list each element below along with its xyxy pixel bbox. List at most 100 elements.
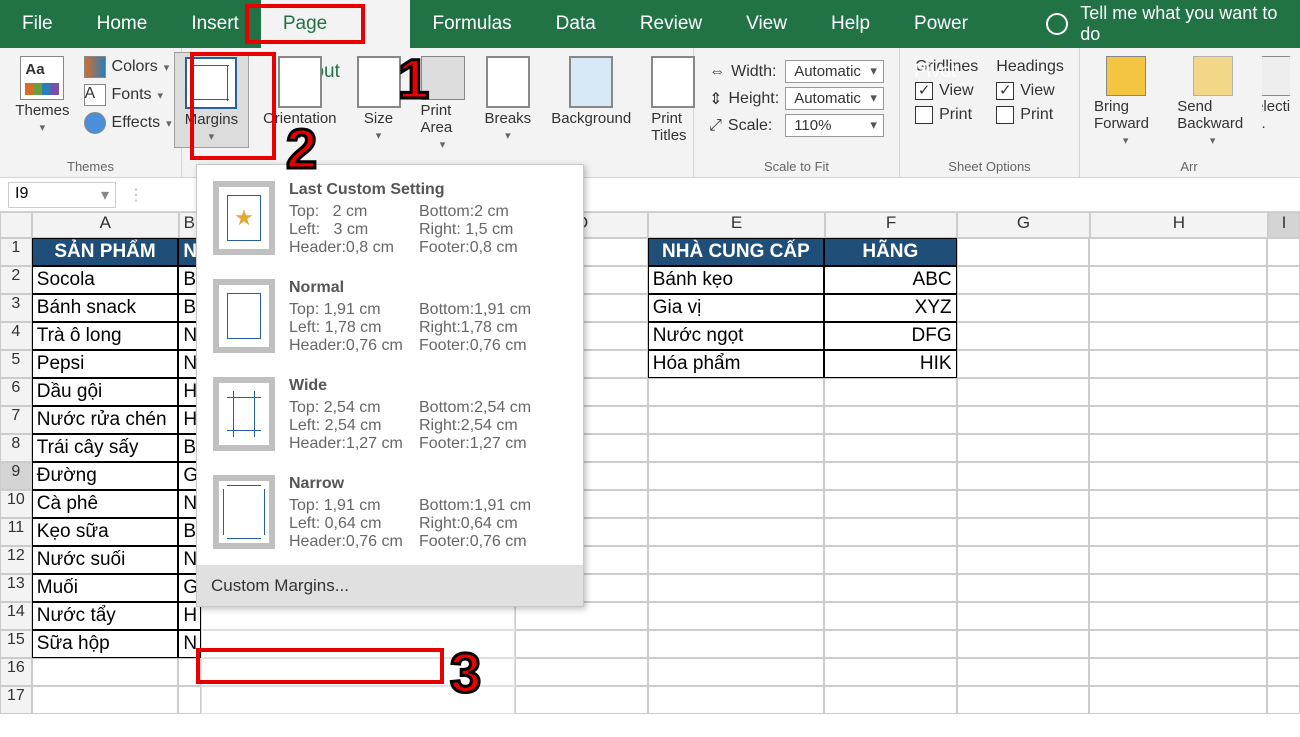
- cell[interactable]: Dầu gội: [32, 378, 179, 406]
- cell[interactable]: [178, 686, 200, 714]
- cell[interactable]: [957, 658, 1090, 686]
- cell[interactable]: [1089, 238, 1267, 266]
- row-header[interactable]: 15: [0, 630, 32, 658]
- cell[interactable]: Sữa hộp: [32, 630, 179, 658]
- cell[interactable]: Bánh kẹo: [648, 266, 824, 294]
- col-header-e[interactable]: E: [648, 212, 825, 238]
- gridlines-print-checkbox[interactable]: Print: [915, 106, 978, 124]
- cell[interactable]: [824, 630, 957, 658]
- col-header-f[interactable]: F: [825, 212, 957, 238]
- cell[interactable]: [957, 574, 1090, 602]
- cell[interactable]: [1089, 322, 1267, 350]
- tab-power-pivot[interactable]: Power Pivot: [892, 0, 1036, 48]
- cell[interactable]: [957, 406, 1090, 434]
- cell[interactable]: [957, 686, 1090, 714]
- cell[interactable]: [824, 574, 957, 602]
- effects-button[interactable]: Effects ▾: [84, 112, 172, 134]
- fonts-button[interactable]: AFonts ▾: [84, 84, 172, 106]
- tab-home[interactable]: Home: [75, 0, 170, 48]
- colors-button[interactable]: Colors ▾: [84, 56, 172, 78]
- cell[interactable]: [824, 378, 957, 406]
- col-header-h[interactable]: H: [1090, 212, 1268, 238]
- cell[interactable]: [1267, 574, 1300, 602]
- tab-review[interactable]: Review: [618, 0, 724, 48]
- cell[interactable]: [32, 686, 179, 714]
- cell[interactable]: DFG: [824, 322, 957, 350]
- row-header[interactable]: 9: [0, 462, 32, 490]
- cell[interactable]: [824, 406, 957, 434]
- cell[interactable]: [1089, 490, 1267, 518]
- cell[interactable]: [957, 238, 1090, 266]
- row-header[interactable]: 16: [0, 658, 32, 686]
- width-select[interactable]: Automatic: [785, 60, 884, 83]
- cell[interactable]: [648, 434, 824, 462]
- cell[interactable]: HÃNG: [824, 238, 957, 266]
- select-all-cell[interactable]: [0, 212, 32, 238]
- send-backward-button[interactable]: Send Backward▾: [1171, 52, 1254, 151]
- cell[interactable]: Trái cây sấy: [32, 434, 179, 462]
- cell[interactable]: [648, 378, 824, 406]
- cell[interactable]: Muối: [32, 574, 179, 602]
- cell[interactable]: ABC: [824, 266, 957, 294]
- height-select[interactable]: Automatic: [785, 87, 884, 110]
- cell[interactable]: [957, 462, 1090, 490]
- cell[interactable]: [1089, 658, 1267, 686]
- cell[interactable]: [178, 658, 200, 686]
- tab-help[interactable]: Help: [809, 0, 892, 48]
- cell[interactable]: [1089, 350, 1267, 378]
- tab-page-layout[interactable]: Page Layout: [261, 0, 411, 48]
- cell[interactable]: [648, 546, 824, 574]
- row-header[interactable]: 1: [0, 238, 32, 266]
- cell[interactable]: [957, 546, 1090, 574]
- print-titles-button[interactable]: Print Titles: [645, 52, 701, 148]
- cell[interactable]: [1089, 686, 1267, 714]
- background-button[interactable]: Background: [545, 52, 637, 131]
- cell[interactable]: [648, 518, 824, 546]
- margins-option-narrow[interactable]: Narrow Top: 1,91 cmBottom:1,91 cm Left: …: [197, 467, 583, 565]
- row-header[interactable]: 12: [0, 546, 32, 574]
- row-header[interactable]: 5: [0, 350, 32, 378]
- tell-me-search[interactable]: Tell me what you want to do: [1046, 3, 1300, 45]
- themes-button[interactable]: Aa Themes ▾: [9, 52, 75, 138]
- cell[interactable]: [957, 518, 1090, 546]
- cell[interactable]: [32, 658, 179, 686]
- tab-file[interactable]: File: [0, 0, 75, 48]
- cell[interactable]: [824, 434, 957, 462]
- cell[interactable]: [1267, 378, 1300, 406]
- cell[interactable]: [957, 266, 1090, 294]
- cell[interactable]: [648, 490, 824, 518]
- cell[interactable]: [1267, 658, 1300, 686]
- cell[interactable]: [648, 462, 824, 490]
- cell[interactable]: [1089, 406, 1267, 434]
- cell[interactable]: [957, 490, 1090, 518]
- cell[interactable]: [1267, 434, 1300, 462]
- cell[interactable]: N: [178, 630, 200, 658]
- col-header-g[interactable]: G: [957, 212, 1089, 238]
- cell[interactable]: [824, 490, 957, 518]
- row-header[interactable]: 13: [0, 574, 32, 602]
- cell[interactable]: SẢN PHẨM: [32, 238, 179, 266]
- cell[interactable]: [1267, 406, 1300, 434]
- row-header[interactable]: 11: [0, 518, 32, 546]
- cell[interactable]: [648, 686, 824, 714]
- tab-formulas[interactable]: Formulas: [410, 0, 533, 48]
- cell[interactable]: [824, 518, 957, 546]
- margins-option-wide[interactable]: Wide Top: 2,54 cmBottom:2,54 cm Left: 2,…: [197, 369, 583, 467]
- tab-data[interactable]: Data: [534, 0, 618, 48]
- col-header-i[interactable]: I: [1268, 212, 1300, 238]
- cell[interactable]: HIK: [824, 350, 957, 378]
- headings-view-checkbox[interactable]: ✓View: [996, 82, 1064, 100]
- cell[interactable]: Nước tẩy: [32, 602, 179, 630]
- cell[interactable]: Nước suối: [32, 546, 179, 574]
- cell[interactable]: [515, 630, 648, 658]
- cell[interactable]: [648, 602, 824, 630]
- cell[interactable]: [1267, 294, 1300, 322]
- cell[interactable]: Đường: [32, 462, 179, 490]
- cell[interactable]: [1089, 630, 1267, 658]
- row-header[interactable]: 14: [0, 602, 32, 630]
- cell[interactable]: [957, 602, 1090, 630]
- cell[interactable]: [957, 630, 1090, 658]
- cell[interactable]: Socola: [32, 266, 179, 294]
- cell[interactable]: [824, 686, 957, 714]
- cell[interactable]: Nước rửa chén: [32, 406, 179, 434]
